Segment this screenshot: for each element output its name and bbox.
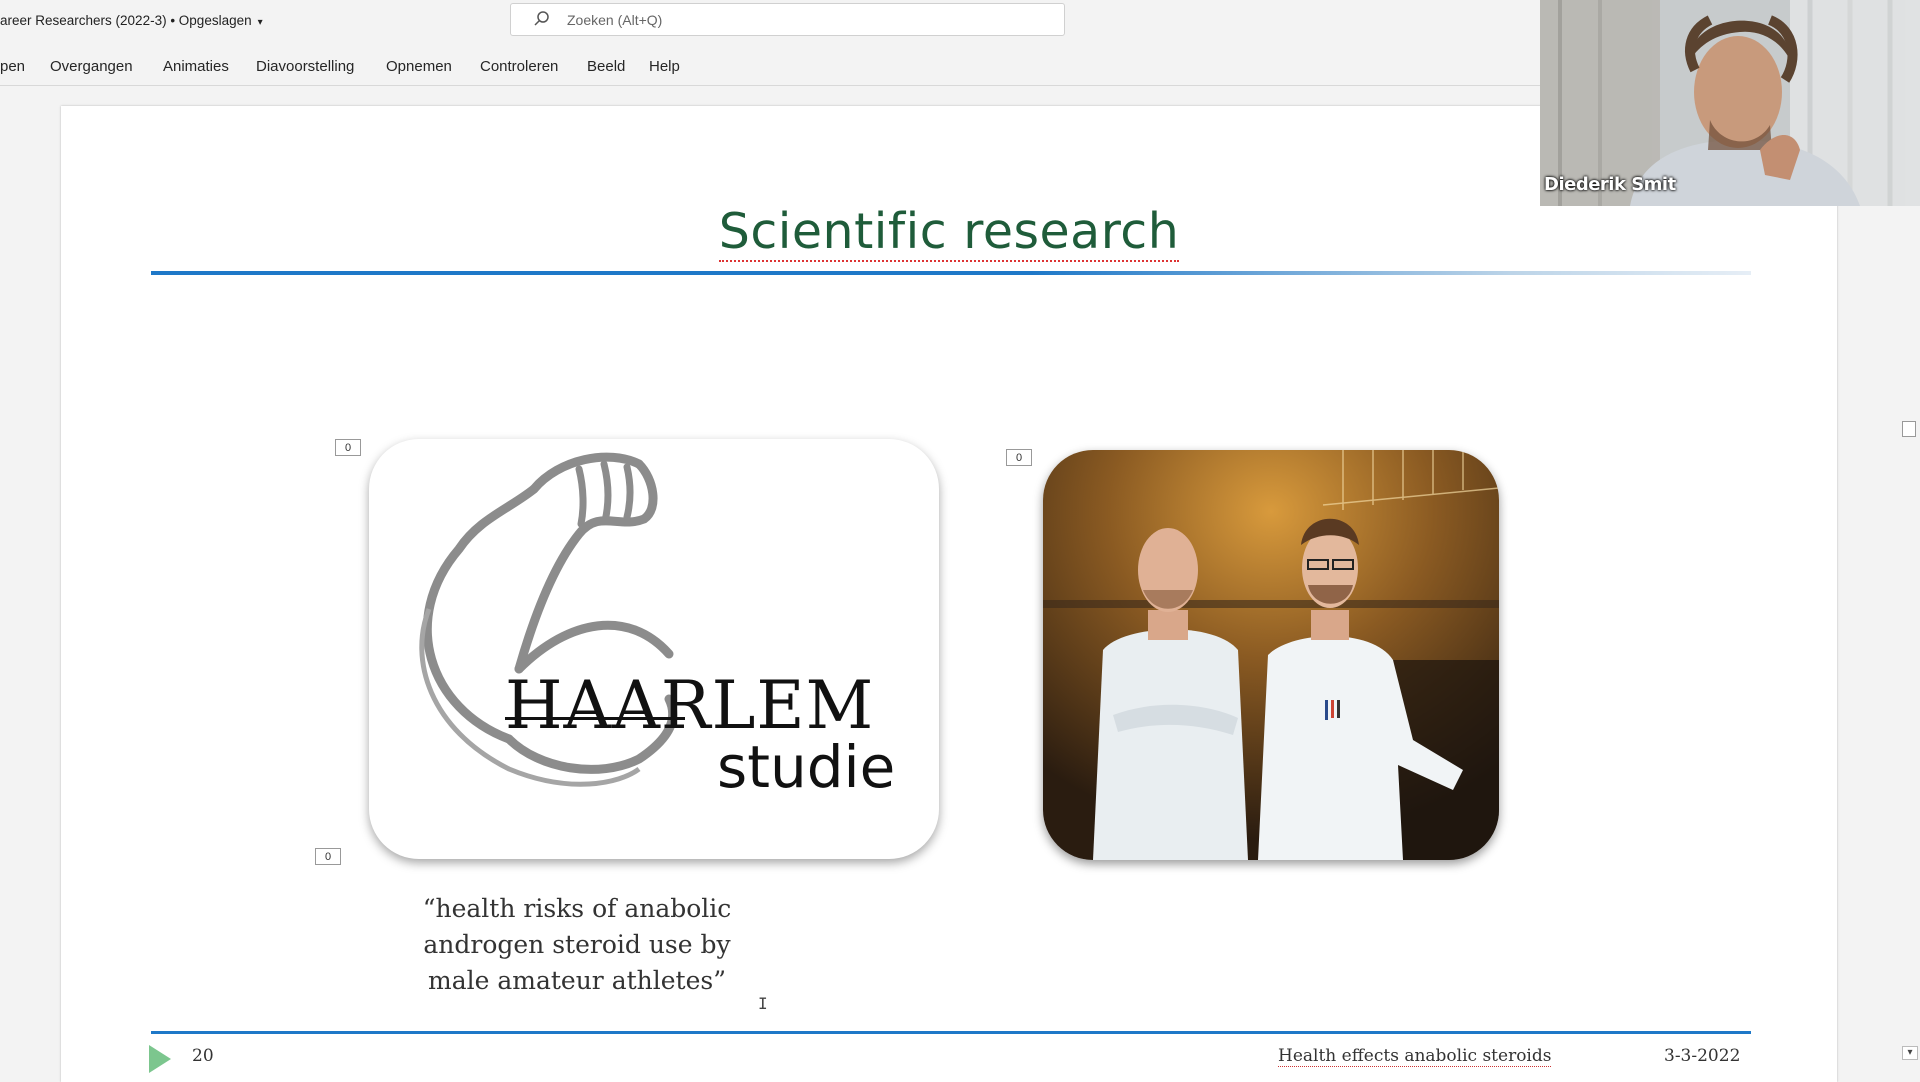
webcam-video[interactable]: Diederik Smit bbox=[1540, 0, 1920, 206]
ribbon-tabs: pen Overgangen Animaties Diavoorstelling… bbox=[0, 52, 1540, 84]
slide-number: 20 bbox=[192, 1046, 214, 1066]
scroll-down-icon[interactable]: ▾ bbox=[1902, 1046, 1918, 1060]
chevron-down-icon[interactable]: ▾ bbox=[258, 17, 263, 28]
logo-word-studie: studie bbox=[717, 733, 896, 801]
document-title[interactable]: areer Researchers (2022-3) • Opgeslagen ▾ bbox=[0, 13, 263, 28]
logo-strike-line bbox=[505, 717, 685, 720]
participant-name: Diederik Smit bbox=[1544, 174, 1676, 195]
footer-text: Health effects anabolic steroids bbox=[1278, 1046, 1552, 1067]
quote-line: androgen steroid use by bbox=[423, 930, 731, 959]
haarlem-studie-logo[interactable]: HAARLEM studie bbox=[369, 439, 939, 859]
search-icon bbox=[534, 11, 549, 26]
slide-canvas[interactable]: Scientific research 0 0 0 HAARLEM studie bbox=[61, 106, 1837, 1082]
placeholder-tag[interactable]: 0 bbox=[1006, 449, 1032, 466]
title-divider bbox=[151, 271, 1751, 275]
placeholder-tag[interactable]: 0 bbox=[335, 439, 361, 456]
document-title-text: areer Researchers (2022-3) • Opgeslagen bbox=[0, 13, 252, 28]
footer-divider bbox=[151, 1031, 1751, 1034]
placeholder-tag[interactable]: 0 bbox=[315, 848, 341, 865]
tab-diavoorstelling[interactable]: Diavoorstelling bbox=[256, 58, 354, 75]
tab-animaties[interactable]: Animaties bbox=[163, 58, 229, 75]
scrollbar-thumb[interactable] bbox=[1902, 421, 1916, 437]
tab-opnemen[interactable]: Opnemen bbox=[386, 58, 452, 75]
quote-text[interactable]: “health risks of anabolic androgen stero… bbox=[407, 891, 747, 999]
slide-title[interactable]: Scientific research bbox=[61, 203, 1837, 262]
researchers-photo[interactable] bbox=[1043, 450, 1499, 860]
tab-help[interactable]: Help bbox=[649, 58, 680, 75]
tab-controleren[interactable]: Controleren bbox=[480, 58, 558, 75]
slide-title-text: Scientific research bbox=[718, 203, 1180, 262]
search-box[interactable] bbox=[510, 3, 1065, 36]
footer-text-label: Health effects anabolic steroids bbox=[1278, 1046, 1552, 1067]
quote-line: male amateur athletes” bbox=[428, 966, 726, 995]
tab-invoegen[interactable]: pen bbox=[0, 58, 25, 75]
slide-date: 3-3-2022 bbox=[1664, 1046, 1741, 1066]
quote-line: “health risks of anabolic bbox=[422, 894, 732, 923]
search-input[interactable] bbox=[567, 11, 1027, 29]
play-icon[interactable] bbox=[149, 1045, 171, 1073]
vertical-scrollbar[interactable] bbox=[1900, 206, 1920, 1080]
tab-overgangen[interactable]: Overgangen bbox=[50, 58, 133, 75]
tab-beeld[interactable]: Beeld bbox=[587, 58, 625, 75]
text-cursor-icon: I bbox=[758, 994, 768, 1013]
researchers-photo-image bbox=[1043, 450, 1499, 860]
